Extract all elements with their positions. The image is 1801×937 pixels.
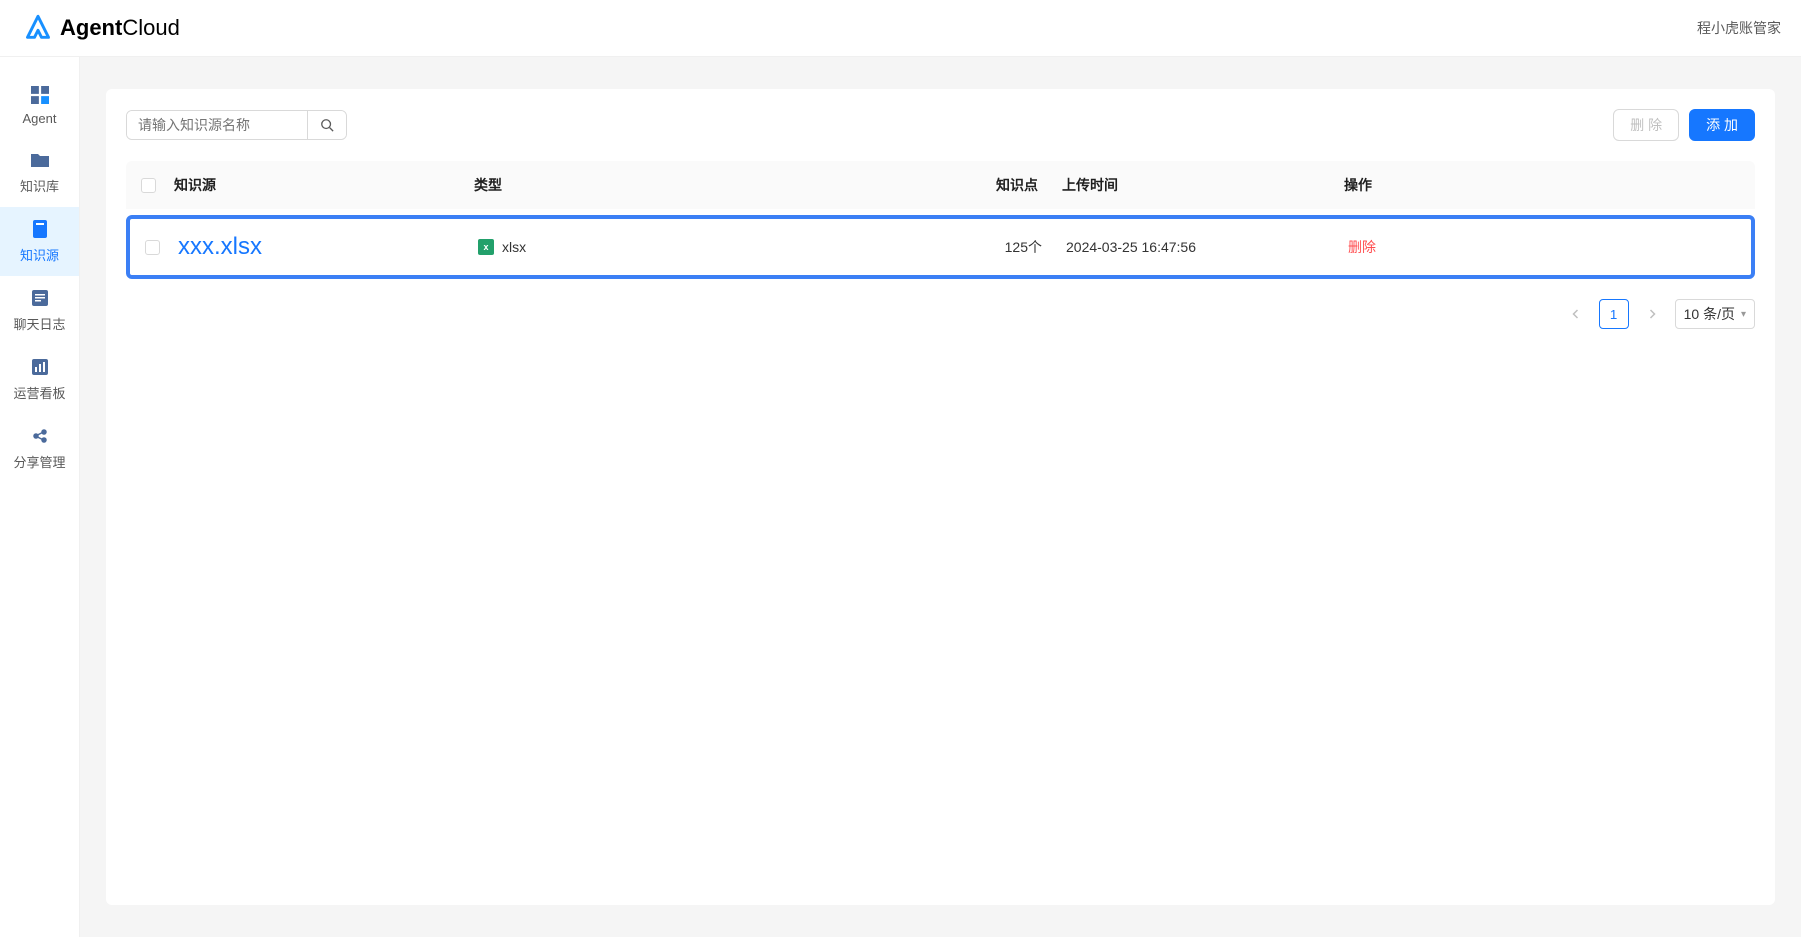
sidebar-item-agent[interactable]: Agent [0,73,79,138]
search-input[interactable] [127,111,307,139]
sidebar-item-chat-log[interactable]: 聊天日志 [0,276,79,345]
sidebar-item-label: 知识库 [20,176,59,195]
page-1-button[interactable]: 1 [1599,299,1629,329]
table-row[interactable]: xxx.xlsx x xlsx 125个 2024-03-25 16:47:56… [126,215,1755,279]
column-header-time[interactable]: 上传时间 [1046,161,1336,209]
page-size-label: 10 条/页 [1684,304,1735,324]
share-icon [30,426,50,446]
chevron-left-icon [1571,309,1581,319]
content-panel: 删 除 添 加 知识源 类型 知识点 上传时间 操作 xxx.xlsx [106,89,1775,905]
column-header-type[interactable]: 类型 [466,161,986,209]
prev-page-button[interactable] [1561,299,1591,329]
chart-icon [30,357,50,377]
points-cell: 125个 [990,219,1050,275]
column-header-action: 操作 [1336,161,1755,209]
sidebar-item-label: 聊天日志 [13,314,65,333]
time-cell: 2024-03-25 16:47:56 [1050,219,1340,275]
folder-icon [30,150,50,170]
chat-icon [30,288,50,308]
file-name[interactable]: xxx.xlsx [178,233,262,261]
sidebar-item-label: 知识源 [20,245,59,264]
search-button[interactable] [307,111,346,139]
table: 知识源 类型 知识点 上传时间 操作 xxx.xlsx x xlsx [126,161,1755,279]
xlsx-icon: x [478,239,494,255]
page-size-select[interactable]: 10 条/页 ▾ [1675,299,1755,329]
column-header-points[interactable]: 知识点 [986,161,1046,209]
row-checkbox[interactable] [145,240,160,255]
logo[interactable]: AgentCloud [24,14,180,42]
grid-icon [30,85,50,105]
row-delete-link[interactable]: 删除 [1348,237,1376,257]
user-label[interactable]: 程小虎账管家 [1697,18,1781,38]
select-all-checkbox[interactable] [141,178,156,193]
add-button[interactable]: 添 加 [1689,109,1755,141]
delete-button[interactable]: 删 除 [1613,109,1679,141]
sidebar-item-knowledge-source[interactable]: 知识源 [0,207,79,276]
logo-text: AgentCloud [60,15,180,41]
table-header: 知识源 类型 知识点 上传时间 操作 [126,161,1755,209]
column-header-source[interactable]: 知识源 [166,161,466,209]
sidebar-item-label: 运营看板 [13,383,65,402]
chevron-down-icon: ▾ [1741,309,1746,320]
next-page-button[interactable] [1637,299,1667,329]
sidebar-item-share[interactable]: 分享管理 [0,414,79,483]
book-icon [30,219,50,239]
sidebar-item-knowledge-base[interactable]: 知识库 [0,138,79,207]
file-type: x xlsx [478,239,526,255]
chevron-right-icon [1647,309,1657,319]
sidebar-item-dashboard[interactable]: 运营看板 [0,345,79,414]
sidebar-item-label: Agent [23,111,57,126]
search-icon [320,118,334,132]
toolbar: 删 除 添 加 [126,109,1755,141]
sidebar: Agent 知识库 知识源 聊天日志 运营看板 [0,57,80,937]
logo-icon [24,14,52,42]
search-wrap [126,110,347,140]
main: 删 除 添 加 知识源 类型 知识点 上传时间 操作 xxx.xlsx [80,57,1801,937]
sidebar-item-label: 分享管理 [13,452,65,471]
header: AgentCloud 程小虎账管家 [0,0,1801,57]
pagination: 1 10 条/页 ▾ [126,299,1755,329]
file-type-label: xlsx [502,239,526,255]
